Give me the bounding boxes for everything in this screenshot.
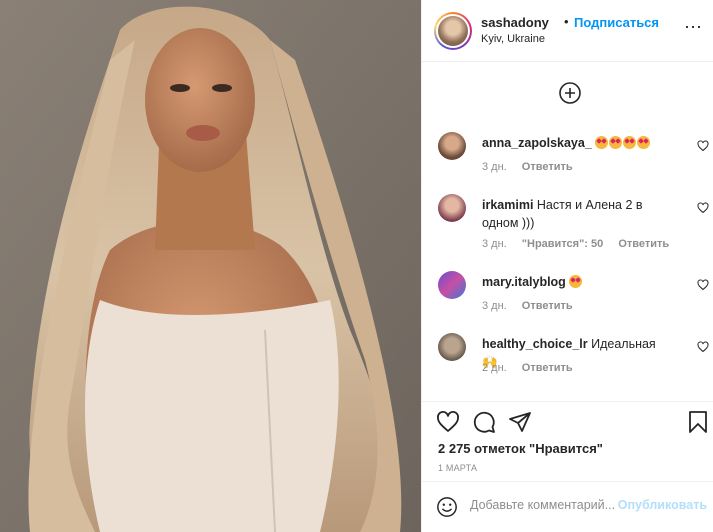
like-icon[interactable] [436, 410, 460, 434]
comment-text: mary.italyblog [482, 273, 668, 291]
like-comment-icon[interactable] [697, 279, 709, 291]
comment-avatar[interactable] [438, 333, 466, 361]
reply-button[interactable]: Ответить [618, 238, 669, 250]
comment-text: irkamimi Настя и Алена 2 в одном ))) [482, 196, 668, 232]
comment-avatar[interactable] [438, 271, 466, 299]
reply-button[interactable]: Ответить [522, 161, 573, 173]
post-date[interactable]: 1 МАРТА [438, 463, 477, 473]
more-options-icon[interactable]: ⋯ [684, 18, 703, 36]
comment-meta: 2 дн. Ответить [482, 362, 585, 374]
comment-meta: 3 дн. Ответить [482, 300, 585, 312]
heart-eyes-emoji [569, 275, 583, 289]
comment-username[interactable]: mary.italyblog [482, 275, 566, 289]
add-comment-input[interactable] [470, 498, 620, 512]
comment-username[interactable]: irkamimi [482, 198, 533, 212]
comment-meta: 3 дн. "Нравится": 50 Ответить [482, 238, 681, 250]
post-header: sashadony • Подписаться Kyiv, Ukraine ⋯ [422, 0, 713, 62]
likes-count[interactable]: 2 275 отметок "Нравится" [438, 441, 603, 456]
comment-username[interactable]: healthy_choice_lr [482, 337, 588, 351]
author-avatar[interactable] [434, 12, 472, 50]
post-actions: 2 275 отметок "Нравится" 1 МАРТА Опублик… [422, 402, 713, 532]
reply-button[interactable]: Ответить [522, 362, 573, 374]
location-link[interactable]: Kyiv, Ukraine [481, 33, 545, 45]
comment-username[interactable]: anna_zapolskaya_ [482, 136, 592, 150]
post-modal: sashadony • Подписаться Kyiv, Ukraine ⋯ … [0, 0, 713, 532]
photo-illustration [0, 0, 421, 532]
share-icon[interactable] [508, 410, 532, 434]
comment-time[interactable]: 3 дн. [482, 161, 507, 173]
comment-time[interactable]: 2 дн. [482, 362, 507, 374]
comment-icon[interactable] [472, 410, 496, 434]
comment-time[interactable]: 3 дн. [482, 300, 507, 312]
like-comment-icon[interactable] [697, 140, 709, 152]
comment-avatar[interactable] [438, 194, 466, 222]
publish-button[interactable]: Опубликовать [618, 498, 707, 512]
emoji-picker-icon[interactable] [436, 496, 458, 518]
comment-likes-count[interactable]: "Нравится": 50 [522, 238, 603, 250]
post-photo[interactable] [0, 0, 421, 532]
add-comment-bar: Опубликовать [422, 481, 713, 532]
like-comment-icon[interactable] [697, 202, 709, 214]
comment-text: anna_zapolskaya_ [482, 134, 668, 152]
reply-button[interactable]: Ответить [522, 300, 573, 312]
header-separator: • [564, 14, 569, 29]
like-comment-icon[interactable] [697, 341, 709, 353]
save-bookmark-icon[interactable] [686, 410, 710, 434]
follow-button[interactable]: Подписаться [574, 15, 659, 30]
load-more-comments-icon[interactable] [559, 82, 581, 104]
post-side-panel: sashadony • Подписаться Kyiv, Ukraine ⋯ … [421, 0, 713, 532]
comments-list: anna_zapolskaya_ 3 дн. Ответить irkamimi… [422, 62, 713, 402]
comment-time[interactable]: 3 дн. [482, 238, 507, 250]
author-username[interactable]: sashadony [481, 15, 549, 30]
heart-eyes-emoji [595, 136, 651, 150]
comment-avatar[interactable] [438, 132, 466, 160]
comment-meta: 3 дн. Ответить [482, 161, 585, 173]
